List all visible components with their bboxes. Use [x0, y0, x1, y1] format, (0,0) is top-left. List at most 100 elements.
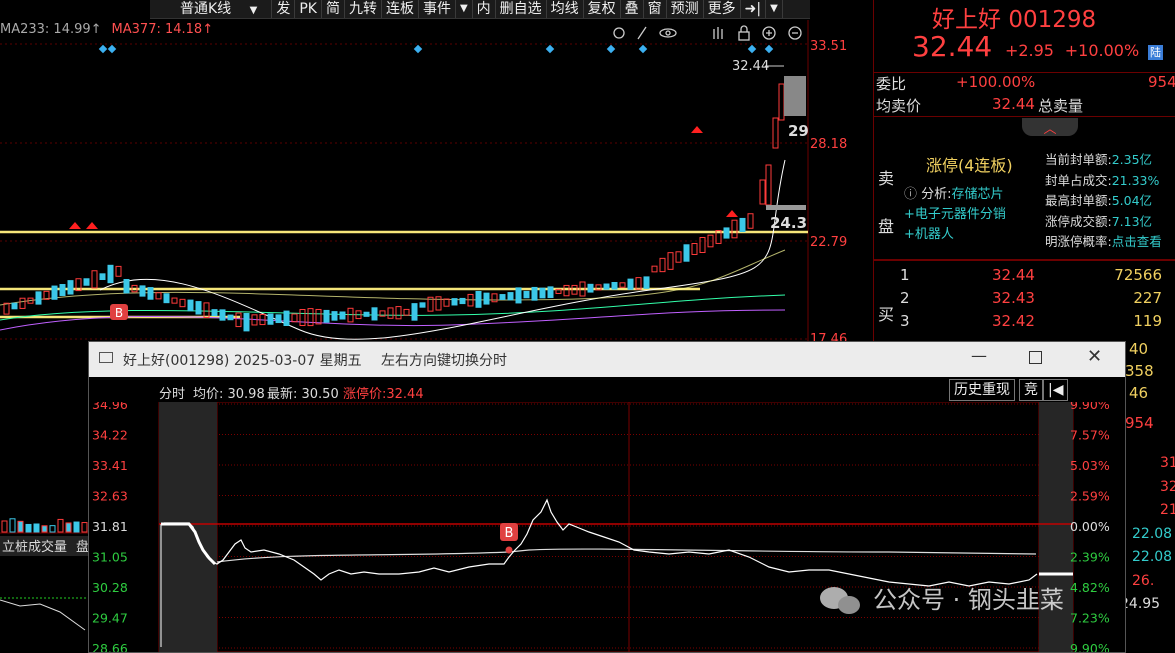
candle [731, 219, 738, 239]
toolbar-item[interactable]: PK [295, 0, 322, 18]
close-icon[interactable]: ✕ [1087, 346, 1102, 367]
toolbar-item[interactable]: 叠 [621, 0, 644, 18]
partial-value: 358 [1125, 362, 1154, 380]
price-tick: 30.28 [92, 580, 128, 595]
candle [667, 252, 674, 270]
candle [587, 283, 594, 293]
chevron-down-icon[interactable]: ▼ [766, 0, 783, 18]
buy-row[interactable]: 1 32.44 72566 [874, 264, 1175, 287]
candle [651, 265, 658, 273]
volume-bar [49, 525, 56, 533]
candle [115, 265, 122, 277]
toolbar-item[interactable]: 复权 [584, 0, 621, 18]
toolbar-item[interactable]: 更多 [704, 0, 741, 18]
stat-row: 最高封单额:5.04亿 [1045, 191, 1162, 212]
buy-idx: 2 [900, 289, 910, 307]
junmai-value: 32.44 [992, 95, 1035, 113]
popup-title: 好上好(001298) 2025-03-07 星期五 [123, 353, 362, 369]
stat-value: 21.33% [1111, 172, 1160, 188]
event-diamond [764, 44, 774, 54]
back-icon[interactable]: |◀ [1043, 379, 1069, 401]
candle [675, 251, 682, 263]
weibi-value: +100.00% [956, 73, 1036, 91]
candle [3, 302, 10, 315]
candle [635, 277, 642, 290]
candle [235, 312, 242, 328]
toolbar-item[interactable]: 删自选 [496, 0, 547, 18]
signal-arrow [726, 210, 738, 217]
candle [147, 287, 154, 300]
event-diamond [545, 44, 555, 54]
partial-value: 32 [1160, 478, 1175, 495]
toolbar-item[interactable]: 发 [272, 0, 296, 18]
probability-link[interactable]: 点击查看 [1112, 234, 1162, 249]
chevron-down-icon: ▼ [249, 5, 258, 16]
price-tick: 28.66 [92, 641, 128, 652]
weibi-right: 954 [1148, 73, 1175, 91]
pct-tick: 5.03% [1070, 458, 1110, 473]
collapse-arrow-icon[interactable]: ➜| [741, 0, 767, 18]
toolbar-item[interactable]: 内 [473, 0, 496, 18]
maximize-icon[interactable] [1029, 351, 1042, 364]
kline-type-select[interactable]: 普通K线 ▼ [150, 0, 273, 18]
candle [267, 313, 274, 325]
candle [123, 278, 130, 294]
candle [83, 278, 90, 286]
candle [51, 285, 58, 300]
candle [219, 309, 226, 321]
stat-row[interactable]: 明涨停概率:点击查看 [1045, 232, 1162, 253]
candle [699, 236, 706, 254]
intraday-chart[interactable]: B 34.96 9.90% 34.22 7.57% 33.41 5.03% 32.63 2.5… [89, 402, 1125, 652]
buy-price: 32.44 [992, 266, 1035, 284]
history-replay-button[interactable]: 历史重现 [949, 379, 1015, 401]
partial-value: 40 [1129, 340, 1149, 358]
buy-price: 32.43 [992, 289, 1035, 307]
toolbar-item[interactable]: 窗 [644, 0, 667, 18]
toolbar-item[interactable]: 九转 [345, 0, 382, 18]
candle [451, 298, 458, 306]
last-price-label: 32.44 [732, 59, 769, 74]
limit-stats: 当前封单额:2.35亿 封单占成交:21.33% 最高封单额:5.04亿 涨停成… [1045, 150, 1162, 253]
candle [59, 284, 66, 296]
popup-titlebar[interactable]: 好上好(001298) 2025-03-07 星期五 左右方向键切换分时 — ✕ [89, 342, 1125, 377]
candle [499, 294, 506, 300]
candle [363, 311, 370, 317]
analysis-block[interactable]: ⓘ 分析:存储芯片+电子元器件分销+机器人 [904, 185, 1019, 245]
buy-row[interactable]: 3 32.42 119 [874, 310, 1175, 333]
candle [163, 293, 170, 304]
toolbar-item[interactable]: 连板 [382, 0, 419, 18]
price-row: 32.44 +2.95 +10.00% 陆 [912, 30, 1175, 63]
minimize-icon[interactable]: — [971, 346, 987, 365]
popup-info-bar: 分时 均价: 30.98 最新: 30.50 涨停价:32.44 历史重现 竞 … [89, 378, 1125, 403]
candle [283, 310, 290, 327]
watermark-text: 公众号 · 钢头韭菜 [873, 586, 1064, 614]
toolbar-item[interactable]: 均线 [547, 0, 584, 18]
toolbar-item[interactable]: 简 [322, 0, 345, 18]
pct-tick: 2.59% [1070, 489, 1110, 504]
partial-value: 31 [1160, 455, 1175, 471]
signal-arrow [69, 222, 81, 229]
candle [539, 287, 546, 299]
junmai-label: 均卖价 [876, 97, 922, 115]
candle [435, 296, 442, 311]
price-tick: 31.05 [92, 550, 128, 565]
candle [619, 282, 626, 288]
sell-label-2: 盘 [878, 217, 895, 236]
candle [19, 297, 26, 309]
info-icon: ⓘ [904, 187, 918, 202]
candle [299, 308, 306, 327]
volume-bar [65, 522, 72, 533]
hidden-list-values: 31 32 21 22.08 22.08 26. 24.95 [1120, 452, 1175, 617]
toolbar-item[interactable]: 事件 [419, 0, 456, 18]
buy-row[interactable]: 2 32.43 227 [874, 287, 1175, 310]
collapse-tab[interactable]: ︿ [1022, 118, 1078, 137]
buy-vol: 119 [1133, 312, 1162, 330]
stat-row: 涨停成交额:7.13亿 [1045, 212, 1162, 233]
bid-button[interactable]: 竞 [1019, 379, 1043, 401]
toolbar-item[interactable]: 预测 [667, 0, 704, 18]
chevron-down-icon[interactable]: ▼ [456, 0, 473, 18]
candle [243, 313, 250, 332]
candle [155, 292, 162, 300]
pct-tick: 4.82% [1070, 580, 1110, 595]
candle [339, 311, 346, 320]
